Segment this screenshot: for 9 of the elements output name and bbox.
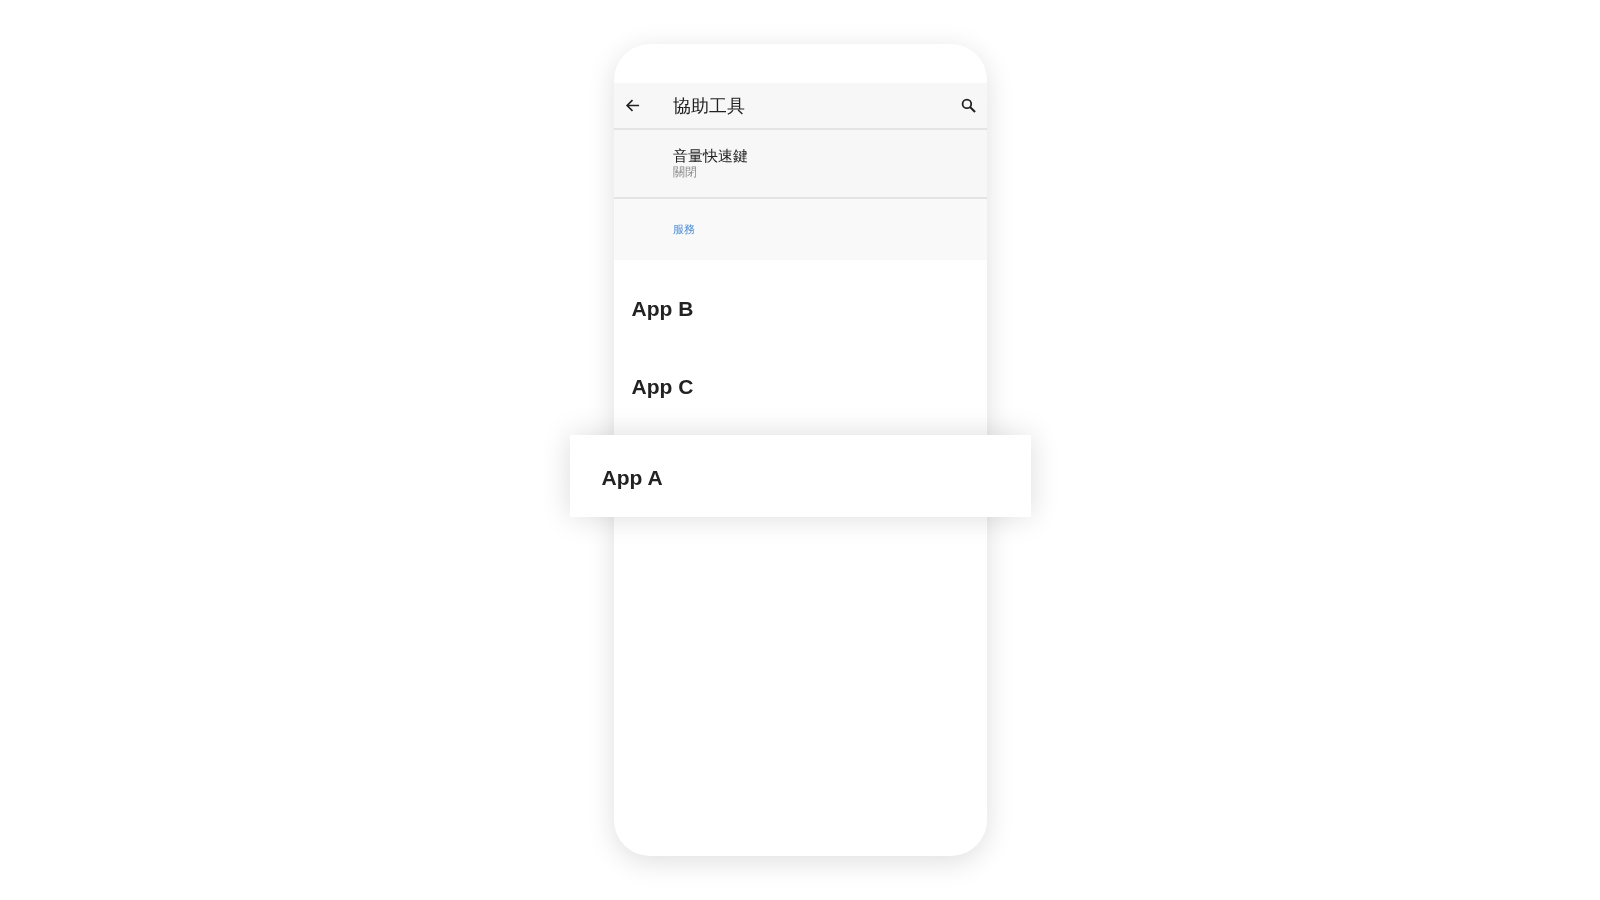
search-icon[interactable] xyxy=(960,98,976,113)
page-title: 協助工具 xyxy=(672,94,745,118)
back-arrow-icon[interactable] xyxy=(624,98,640,113)
app-list-item[interactable]: App B xyxy=(631,297,694,321)
app-list-item[interactable]: App C xyxy=(631,375,694,399)
setting-value: 關閉 xyxy=(672,165,697,180)
setting-title[interactable]: 音量快速鍵 xyxy=(672,147,748,165)
section-header: 服務 xyxy=(672,222,695,237)
dragged-app-card[interactable]: App A xyxy=(569,435,1031,517)
